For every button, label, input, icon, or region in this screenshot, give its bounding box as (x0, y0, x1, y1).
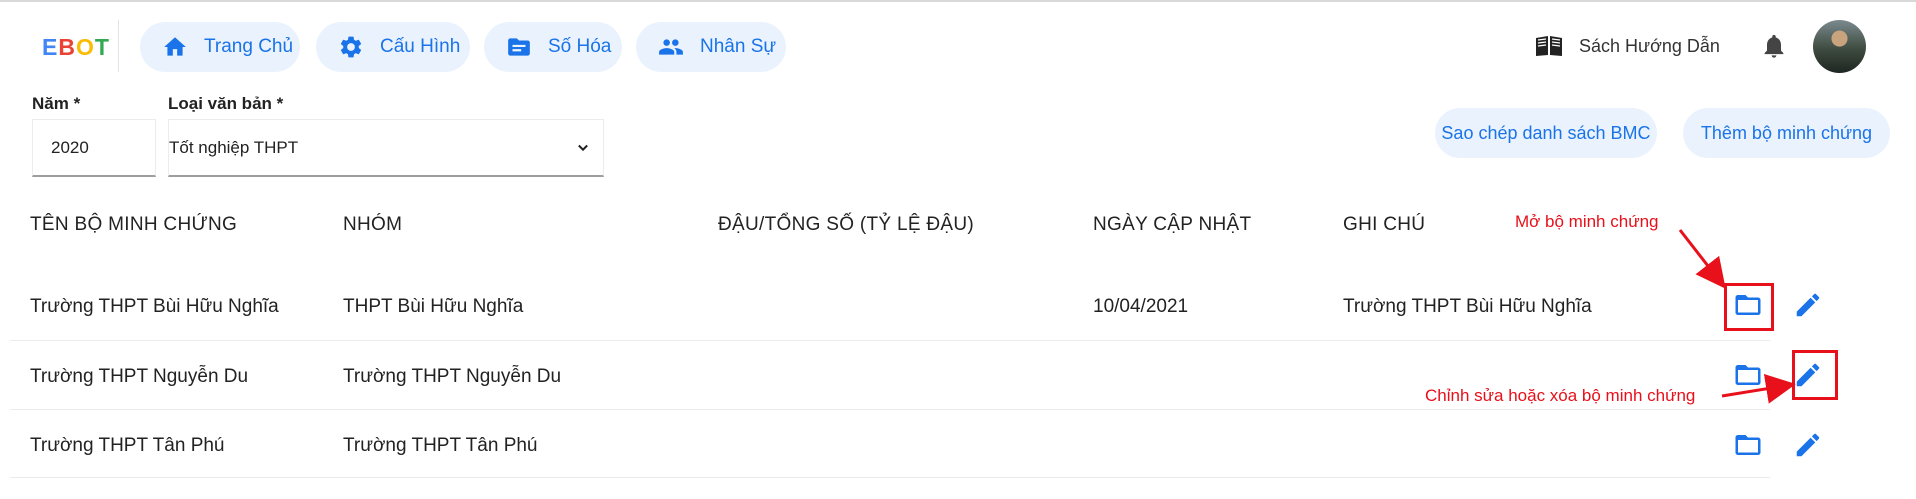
user-avatar[interactable] (1813, 20, 1866, 73)
add-evidence-set-button[interactable]: Thêm bộ minh chứng (1683, 108, 1890, 158)
edit-button[interactable] (1791, 428, 1825, 462)
ebot-logo[interactable]: EBOT (42, 34, 110, 61)
chevron-down-icon (578, 144, 588, 151)
people-icon (658, 34, 684, 60)
logo-letter: T (94, 34, 110, 60)
year-value: 2020 (51, 137, 89, 157)
doc-type-label: Loại văn bản * (168, 94, 284, 113)
folder-icon (1735, 365, 1761, 385)
col-header-pass-ratio: ĐẬU/TỔNG SỐ (TỶ LỆ ĐẬU) (718, 214, 975, 235)
user-guide-link[interactable]: Sách Hướng Dẫn (1535, 34, 1720, 58)
open-folder-button[interactable] (1731, 358, 1765, 392)
open-folder-button[interactable] (1731, 428, 1765, 462)
table-row[interactable] (10, 410, 1770, 478)
logo-letter: E (42, 34, 59, 60)
logo-letter: O (75, 34, 95, 60)
cell-group: THPT Bùi Hữu Nghĩa (343, 296, 524, 317)
col-header-updated: NGÀY CẬP NHẬT (1093, 214, 1252, 235)
cell-note: Trường THPT Bùi Hữu Nghĩa (1343, 296, 1592, 317)
annotation-highlight-folder (1724, 283, 1774, 331)
folder-icon (1735, 435, 1761, 455)
nav-home[interactable]: Trang Chủ (140, 22, 300, 72)
col-header-note: GHI CHÚ (1343, 214, 1426, 235)
annotation-open-label: Mở bộ minh chứng (1515, 212, 1659, 231)
cell-updated: 10/04/2021 (1093, 296, 1189, 317)
pencil-icon (1796, 433, 1820, 457)
top-border (0, 0, 1916, 2)
copy-bmc-list-button[interactable]: Sao chép danh sách BMC (1435, 108, 1657, 158)
cell-name: Trường THPT Tân Phú (30, 435, 225, 456)
nav-config[interactable]: Cấu Hình (316, 22, 470, 72)
nav-label: Số Hóa (548, 36, 612, 57)
gear-icon (338, 34, 364, 60)
cell-name: Trường THPT Nguyễn Du (30, 366, 249, 387)
nav-digitize[interactable]: Số Hóa (484, 22, 622, 72)
user-guide-label: Sách Hướng Dẫn (1579, 35, 1720, 56)
edit-button[interactable] (1791, 288, 1825, 322)
logo-letter: B (58, 34, 76, 60)
bell-icon[interactable] (1760, 31, 1788, 61)
folder-text-icon (506, 34, 532, 60)
col-header-name: TÊN BỘ MINH CHỨNG (30, 214, 238, 235)
doc-type-select[interactable]: Tốt nghiệp THPT (168, 119, 604, 177)
cell-name: Trường THPT Bùi Hữu Nghĩa (30, 296, 279, 317)
nav-label: Nhân Sự (700, 36, 777, 57)
year-label: Năm * (32, 94, 81, 113)
pencil-icon (1796, 293, 1820, 317)
nav-label: Trang Chủ (204, 36, 294, 57)
annotation-edit-label: Chỉnh sửa hoặc xóa bộ minh chứng (1425, 386, 1696, 405)
cell-group: Trường THPT Tân Phú (343, 435, 538, 456)
doc-type-value: Tốt nghiệp THPT (169, 137, 299, 157)
book-icon (1536, 36, 1562, 56)
row-divider (10, 477, 1770, 478)
col-header-group: NHÓM (343, 214, 403, 235)
year-field[interactable]: 2020 (32, 119, 156, 177)
cell-group: Trường THPT Nguyễn Du (343, 366, 562, 387)
annotation-highlight-edit (1792, 350, 1838, 400)
nav-label: Cấu Hình (380, 36, 461, 57)
logo-divider (118, 20, 119, 72)
home-icon (162, 34, 188, 60)
nav-personnel[interactable]: Nhân Sự (636, 22, 786, 72)
